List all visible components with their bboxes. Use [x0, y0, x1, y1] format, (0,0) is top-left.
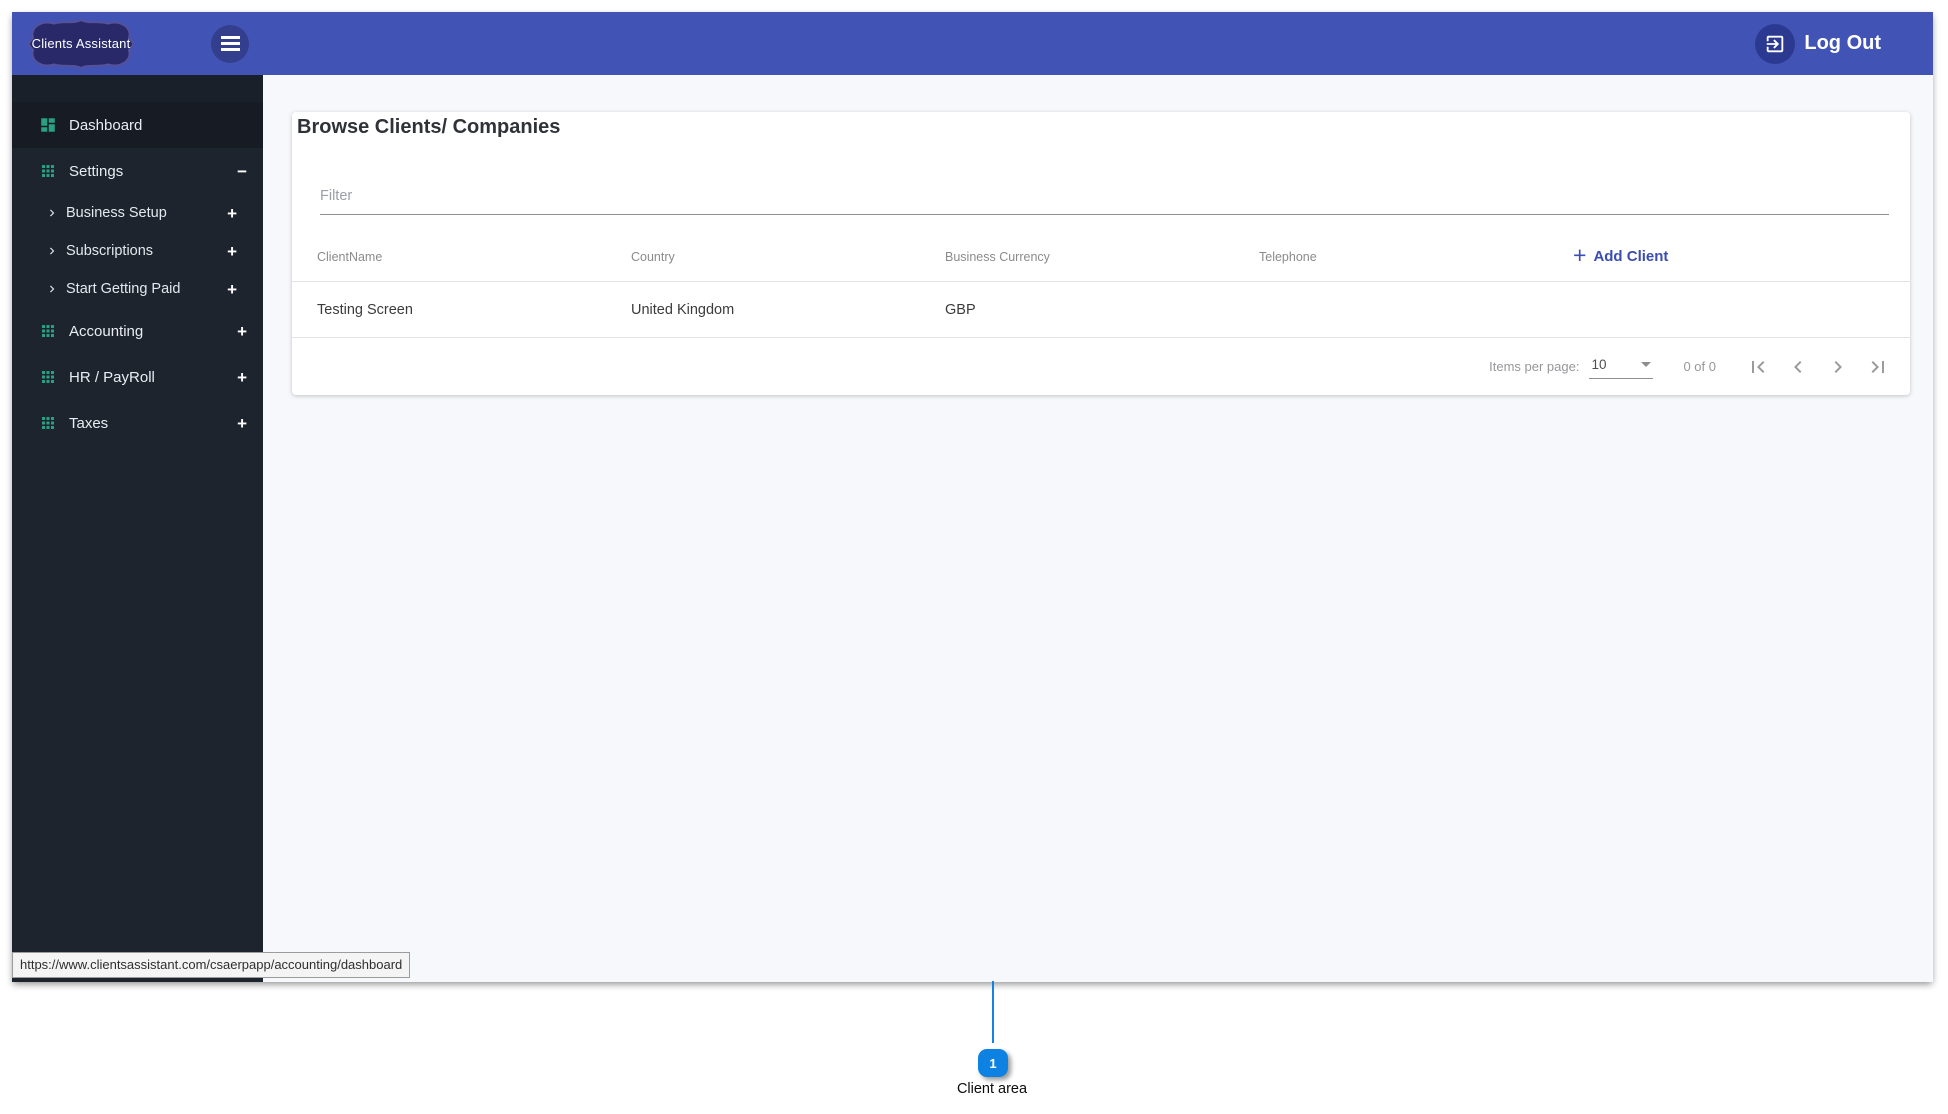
- hamburger-icon: [220, 36, 240, 39]
- expand-icon[interactable]: +: [227, 281, 237, 298]
- chevron-right-icon: [50, 247, 55, 255]
- sidebar-item-label: Taxes: [69, 414, 109, 432]
- items-per-page-select[interactable]: 10: [1589, 355, 1654, 379]
- column-header-country: Country: [631, 249, 675, 264]
- collapse-icon[interactable]: −: [237, 163, 247, 180]
- chevron-right-icon: [1834, 360, 1842, 373]
- sidebar-item-business-setup[interactable]: Business Setup +: [12, 194, 263, 232]
- app-window: Clients Assistant Log Out Dashboard Sett…: [12, 12, 1933, 982]
- next-page-button[interactable]: [1818, 347, 1858, 387]
- column-header-business-currency: Business Currency: [945, 249, 1050, 264]
- grid-icon: [42, 325, 54, 337]
- sidebar-item-label: HR / PayRoll: [69, 368, 155, 386]
- sidebar-item-taxes[interactable]: Taxes +: [12, 400, 263, 446]
- expand-icon[interactable]: +: [227, 243, 237, 260]
- sidebar-item-label: Subscriptions: [66, 243, 154, 259]
- previous-page-button[interactable]: [1778, 347, 1818, 387]
- first-page-button[interactable]: [1738, 347, 1778, 387]
- dropdown-caret-icon: [1641, 361, 1652, 367]
- callout-line: [992, 981, 994, 1043]
- top-navbar: Clients Assistant Log Out: [12, 12, 1933, 75]
- sidebar-item-accounting[interactable]: Accounting +: [12, 308, 263, 354]
- plus-icon: +: [1573, 242, 1587, 269]
- sidebar-item-start-getting-paid[interactable]: Start Getting Paid +: [12, 270, 263, 308]
- expand-icon[interactable]: +: [237, 323, 247, 340]
- sidebar-item-subscriptions[interactable]: Subscriptions +: [12, 232, 263, 270]
- add-client-button[interactable]: + Add Client: [1573, 242, 1669, 269]
- logout-button[interactable]: Log Out: [1755, 23, 1881, 64]
- items-per-page-label: Items per page:: [1489, 359, 1580, 374]
- app-logo[interactable]: Clients Assistant: [27, 17, 135, 71]
- exit-to-app-icon: [1755, 23, 1796, 64]
- last-page-icon: [1871, 360, 1884, 373]
- sidebar-top-strip: [12, 75, 263, 102]
- table-paginator: Items per page: 10 0 of 0: [292, 338, 1910, 395]
- column-header-telephone: Telephone: [1259, 249, 1317, 264]
- chevron-left-icon: [1794, 360, 1802, 373]
- sidebar-item-label: Business Setup: [66, 205, 167, 221]
- table-header-row: ClientName Country Business Currency Tel…: [292, 232, 1910, 282]
- page-title: Browse Clients/ Companies: [297, 116, 561, 138]
- sidebar-item-label: Start Getting Paid: [66, 281, 181, 297]
- expand-icon[interactable]: +: [227, 205, 237, 222]
- filter-field: [320, 182, 1889, 215]
- sidebar-item-label: Settings: [69, 162, 124, 180]
- dashboard-icon: [41, 118, 55, 132]
- grid-icon: [42, 165, 54, 177]
- filter-input[interactable]: [320, 182, 1889, 215]
- logout-label: Log Out: [1804, 32, 1881, 54]
- expand-icon[interactable]: +: [237, 415, 247, 432]
- paginator-range: 0 of 0: [1683, 359, 1716, 374]
- sidebar-item-dashboard[interactable]: Dashboard: [12, 102, 263, 148]
- last-page-button[interactable]: [1858, 347, 1898, 387]
- chevron-right-icon: [50, 209, 55, 217]
- first-page-icon: [1752, 360, 1765, 373]
- clients-card: Browse Clients/ Companies ClientName Cou…: [292, 112, 1910, 395]
- callout-badge: 1: [978, 1049, 1008, 1077]
- cell-business-currency: GBP: [945, 301, 976, 318]
- table-row[interactable]: Testing Screen United Kingdom GBP: [292, 282, 1910, 338]
- sidebar-item-label: Accounting: [69, 322, 144, 340]
- chevron-right-icon: [50, 285, 55, 293]
- add-client-label: Add Client: [1593, 248, 1669, 265]
- cell-client-name: Testing Screen: [317, 301, 413, 318]
- sidebar-nav: Dashboard Settings − Business Setup + Su…: [12, 75, 263, 982]
- sidebar-item-hr-payroll[interactable]: HR / PayRoll +: [12, 354, 263, 400]
- main-content: Browse Clients/ Companies ClientName Cou…: [263, 75, 1933, 982]
- screenshot-stage: Clients Assistant Log Out Dashboard Sett…: [0, 0, 1948, 1114]
- grid-icon: [42, 417, 54, 429]
- callout-label: Client area: [956, 1081, 1028, 1097]
- sidebar-item-settings[interactable]: Settings −: [12, 148, 263, 194]
- status-bar-url: https://www.clientsassistant.com/csaerpa…: [12, 952, 411, 978]
- sidebar-item-label: Dashboard: [69, 116, 143, 134]
- items-per-page-value: 10: [1591, 356, 1607, 372]
- grid-icon: [42, 371, 54, 383]
- cell-country: United Kingdom: [631, 301, 735, 318]
- column-header-clientname: ClientName: [317, 249, 383, 264]
- logo-text: Clients Assistant: [31, 36, 131, 51]
- expand-icon[interactable]: +: [237, 369, 247, 386]
- menu-toggle-button[interactable]: [211, 24, 249, 63]
